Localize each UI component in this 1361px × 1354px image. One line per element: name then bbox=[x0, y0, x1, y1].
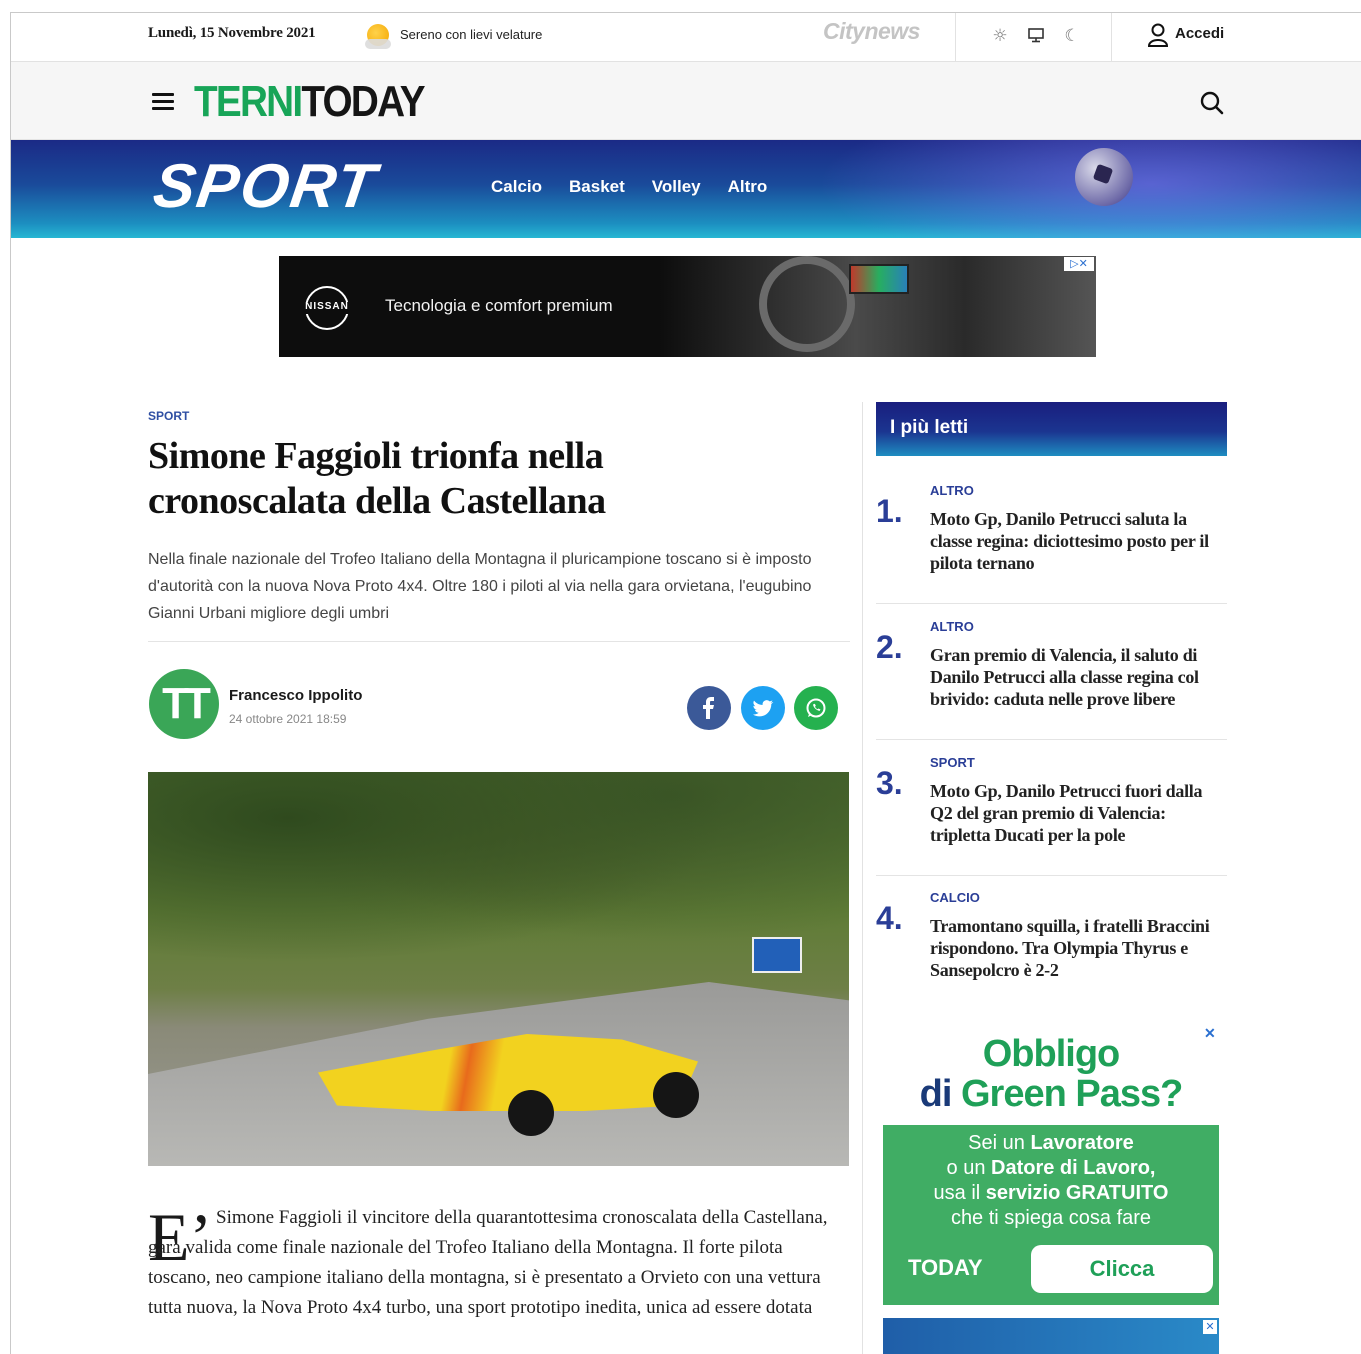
desktop-mode-icon[interactable] bbox=[1026, 26, 1046, 46]
author-avatar[interactable]: TT bbox=[149, 669, 219, 739]
divider bbox=[876, 603, 1227, 604]
promo-text-part: Sei un bbox=[968, 1132, 1031, 1154]
promo-title-green-pass: Green Pass? bbox=[960, 1073, 1183, 1115]
twitter-icon bbox=[753, 700, 774, 717]
soccer-ball-graphic bbox=[1075, 148, 1133, 206]
weather-icon bbox=[365, 24, 391, 49]
divider bbox=[955, 13, 956, 61]
logo-terni: TERNI bbox=[194, 77, 303, 126]
article-body: Simone Faggioli il vincitore della quara… bbox=[148, 1203, 850, 1323]
citynews-logo[interactable]: Citynews bbox=[823, 18, 920, 45]
facebook-share-button[interactable] bbox=[687, 686, 731, 730]
promo-text-bold: Datore di Lavoro, bbox=[991, 1157, 1156, 1179]
whatsapp-share-button[interactable] bbox=[794, 686, 838, 730]
item-title[interactable]: Moto Gp, Danilo Petrucci saluta la class… bbox=[930, 508, 1228, 574]
promo-text: Sei un Lavoratore o un Datore di Lavoro,… bbox=[883, 1131, 1219, 1231]
promo-title: Obbligo di Green Pass? bbox=[883, 1034, 1219, 1114]
photo-car-wheel bbox=[508, 1090, 554, 1136]
most-read-item[interactable]: 4. CALCIO Tramontano squilla, i fratelli… bbox=[876, 890, 1227, 1010]
section-title[interactable]: SPORT bbox=[149, 150, 382, 224]
nissan-ad-banner[interactable]: NISSAN Tecnologia e comfort premium ▷✕ bbox=[279, 256, 1096, 357]
nav-volley[interactable]: Volley bbox=[652, 177, 701, 197]
promo-text-part: che ti spiega cosa fare bbox=[950, 1207, 1152, 1229]
dark-mode-icon[interactable]: ☾ bbox=[1062, 26, 1082, 46]
section-banner: SPORT Calcio Basket Volley Altro bbox=[11, 140, 1361, 238]
most-read-item[interactable]: 1. ALTRO Moto Gp, Danilo Petrucci saluta… bbox=[876, 483, 1227, 603]
login-link[interactable]: Accedi bbox=[1175, 25, 1224, 42]
twitter-share-button[interactable] bbox=[741, 686, 785, 730]
divider bbox=[876, 875, 1227, 876]
ad-brand: NISSAN bbox=[305, 301, 349, 312]
most-read-item[interactable]: 3. SPORT Moto Gp, Danilo Petrucci fuori … bbox=[876, 755, 1227, 875]
logo-today: TODAY bbox=[301, 77, 425, 126]
promo-title-line1: Obbligo bbox=[982, 1033, 1121, 1075]
promo-title-di: di bbox=[919, 1073, 961, 1115]
promo-text-bold: servizio GRATUITO bbox=[985, 1182, 1169, 1204]
user-icon[interactable] bbox=[1147, 22, 1169, 48]
rank-number: 3. bbox=[876, 765, 903, 801]
article-photo[interactable] bbox=[148, 772, 849, 1166]
ad-tagline: Tecnologia e comfort premium bbox=[385, 296, 613, 315]
item-category[interactable]: ALTRO bbox=[930, 483, 974, 498]
article-summary: Nella finale nazionale del Trofeo Italia… bbox=[148, 551, 812, 622]
ad-close-icon[interactable]: ▷✕ bbox=[1064, 257, 1094, 271]
item-title[interactable]: Tramontano squilla, i fratelli Braccini … bbox=[930, 915, 1228, 981]
nav-basket[interactable]: Basket bbox=[569, 177, 625, 197]
item-title[interactable]: Moto Gp, Danilo Petrucci fuori dalla Q2 … bbox=[930, 780, 1228, 846]
item-category[interactable]: SPORT bbox=[930, 755, 975, 770]
rank-number: 1. bbox=[876, 493, 903, 529]
site-logo[interactable]: TERNITODAY bbox=[194, 77, 426, 126]
light-mode-icon[interactable]: ☼ bbox=[990, 26, 1010, 46]
page-frame: Lunedì, 15 Novembre 2021 Sereno con liev… bbox=[10, 12, 1361, 1354]
search-icon[interactable] bbox=[1199, 90, 1225, 116]
whatsapp-icon bbox=[806, 698, 826, 718]
rank-number: 2. bbox=[876, 629, 903, 665]
promo-text-part: usa il bbox=[933, 1182, 986, 1204]
most-read-item[interactable]: 2. ALTRO Gran premio di Valencia, il sal… bbox=[876, 619, 1227, 739]
promo-text-bold: Lavoratore bbox=[1030, 1132, 1134, 1154]
banner-artwork bbox=[791, 140, 1361, 238]
article-body-text: Simone Faggioli il vincitore della quara… bbox=[148, 1207, 828, 1318]
ad-dashboard-screen bbox=[849, 264, 909, 294]
section-nav: Calcio Basket Volley Altro bbox=[491, 177, 767, 197]
nav-altro[interactable]: Altro bbox=[728, 177, 768, 197]
photo-road-sign bbox=[752, 937, 802, 973]
article-category[interactable]: SPORT bbox=[148, 409, 189, 423]
promo-brand: TODAY bbox=[908, 1255, 983, 1280]
most-read-header: I più letti bbox=[876, 402, 1227, 456]
nav-calcio[interactable]: Calcio bbox=[491, 177, 542, 197]
photo-trees bbox=[148, 772, 849, 1002]
item-category[interactable]: ALTRO bbox=[930, 619, 974, 634]
article-headline: Simone Faggioli trionfa nella cronoscala… bbox=[148, 435, 606, 522]
promo-text-part: o un bbox=[946, 1157, 991, 1179]
photo-car-wheel bbox=[653, 1072, 699, 1118]
divider bbox=[148, 641, 850, 642]
bottom-ad-strip[interactable]: ✕ bbox=[883, 1318, 1219, 1354]
item-category[interactable]: CALCIO bbox=[930, 890, 980, 905]
hamburger-menu-icon[interactable] bbox=[152, 93, 174, 110]
top-bar: Lunedì, 15 Novembre 2021 Sereno con liev… bbox=[11, 13, 1361, 62]
current-date: Lunedì, 15 Novembre 2021 bbox=[148, 25, 316, 41]
most-read-title: I più letti bbox=[890, 417, 969, 438]
item-title[interactable]: Gran premio di Valencia, il saluto di Da… bbox=[930, 644, 1228, 710]
facebook-icon bbox=[703, 697, 714, 719]
ad-steering-wheel bbox=[759, 256, 855, 352]
ad-close-icon[interactable]: ✕ bbox=[1203, 1320, 1217, 1334]
promo-click-button[interactable]: Clicca bbox=[1031, 1245, 1213, 1293]
promo-panel: Sei un Lavoratore o un Datore di Lavoro,… bbox=[883, 1125, 1219, 1305]
divider bbox=[1111, 13, 1112, 61]
divider bbox=[876, 739, 1227, 740]
weather-text: Sereno con lievi velature bbox=[400, 27, 543, 42]
author-name[interactable]: Francesco Ippolito bbox=[229, 687, 362, 704]
rank-number: 4. bbox=[876, 900, 903, 936]
publish-date: 24 ottobre 2021 18:59 bbox=[229, 712, 347, 726]
column-divider bbox=[862, 402, 863, 1354]
site-header: TERNITODAY bbox=[11, 62, 1361, 140]
